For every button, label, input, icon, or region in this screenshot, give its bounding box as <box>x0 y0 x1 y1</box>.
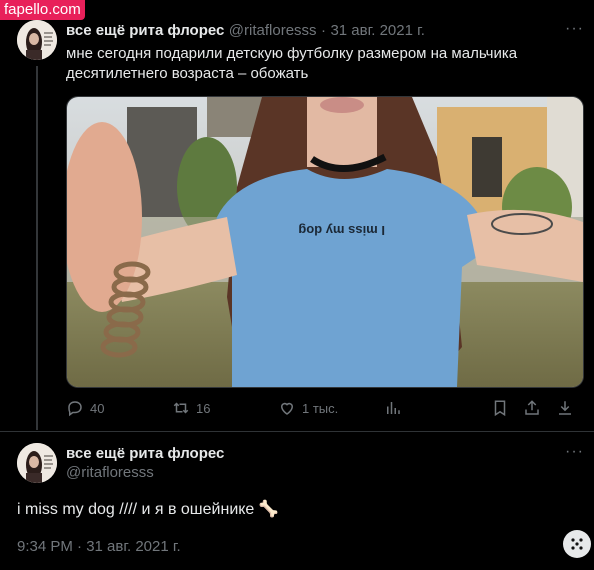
reply-button[interactable]: 40 <box>66 399 104 417</box>
reply-count: 40 <box>90 400 105 416</box>
photo-illustration: I miss my dog <box>67 97 583 387</box>
shirt-print: I miss my dog <box>298 223 385 238</box>
share-button[interactable] <box>523 399 541 417</box>
display-name[interactable]: все ещё рита флорес <box>66 22 224 39</box>
options-icon <box>571 538 583 550</box>
tweet2-header: все ещё рита флорес @ritafloresss <box>66 445 224 481</box>
views-button[interactable] <box>384 399 402 417</box>
username[interactable]: @ritafloresss <box>229 22 317 39</box>
tweet-date[interactable]: 31 авг. 2021 г. <box>330 22 424 39</box>
options-button[interactable] <box>563 530 591 558</box>
like-button[interactable]: 1 тыс. <box>278 399 338 417</box>
download-button[interactable] <box>556 399 574 417</box>
username[interactable]: @ritafloresss <box>66 464 224 481</box>
tweet1-header: все ещё рита флорес @ritafloresss · 31 а… <box>66 22 425 40</box>
bookmark-icon <box>494 400 506 417</box>
tweet-timestamp[interactable]: 9:34 PM · 31 авг. 2021 г. <box>17 538 181 555</box>
tweet-text-line: десятилетнего возраста – обожать <box>66 65 309 82</box>
bookmark-button[interactable] <box>491 399 509 417</box>
bone-emoji: 🦴 <box>258 501 279 518</box>
tweet-text: i miss my dog //// и я в ошейнике <box>17 501 255 518</box>
display-name[interactable]: все ещё рита флорес <box>66 445 224 462</box>
avatar-image <box>17 443 57 483</box>
retweet-button[interactable]: 16 <box>172 399 210 417</box>
tweet-photo[interactable]: I miss my dog <box>66 96 584 388</box>
tweet2-text: i miss my dog //// и я в ошейнике 🦴 <box>17 500 279 520</box>
avatar-image <box>17 20 57 60</box>
views-icon <box>387 402 400 414</box>
separator: · <box>321 22 326 39</box>
like-count: 1 тыс. <box>302 400 339 416</box>
avatar[interactable] <box>17 443 57 483</box>
like-icon <box>280 402 294 415</box>
thread-line <box>36 66 38 430</box>
more-icon[interactable]: ··· <box>565 20 584 38</box>
retweet-count: 16 <box>196 400 211 416</box>
tweet-text-line: мне сегодня подарили детскую футболку ра… <box>66 45 518 62</box>
tweet-actions: 40 16 1 тыс. <box>66 399 574 419</box>
download-icon <box>559 401 571 415</box>
more-icon[interactable]: ··· <box>565 443 584 461</box>
avatar[interactable] <box>17 20 57 60</box>
retweet-icon <box>173 402 189 414</box>
reply-icon <box>68 401 82 417</box>
divider <box>0 431 594 432</box>
share-icon <box>525 400 539 415</box>
watermark: fapello.com <box>0 0 85 20</box>
tweet1-text: мне сегодня подарили детскую футболку ра… <box>66 44 517 84</box>
